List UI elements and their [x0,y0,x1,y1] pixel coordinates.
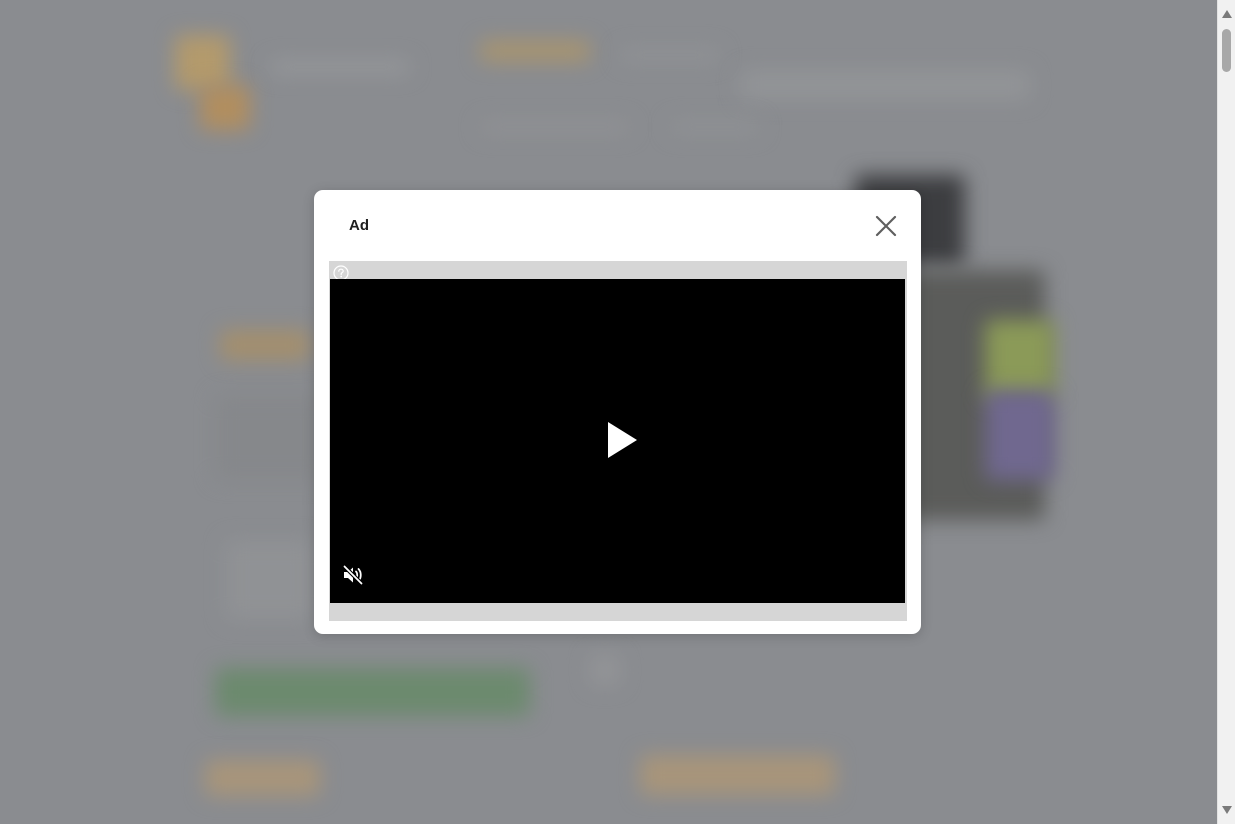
close-button[interactable] [872,212,900,240]
background-image-accent [985,390,1055,480]
scroll-up-arrow-icon[interactable] [1222,10,1232,18]
ad-modal: Ad [314,190,921,634]
scroll-down-arrow-icon[interactable] [1222,806,1232,814]
background-button [640,755,835,795]
background-image-accent [985,320,1055,400]
video-player[interactable] [330,279,905,603]
muted-speaker-icon[interactable] [342,564,364,586]
scrollbar-thumb[interactable] [1222,29,1231,72]
background-nav-item [480,120,630,134]
background-content-box [215,395,325,480]
background-logo-part [200,85,250,130]
vertical-scrollbar[interactable] [1217,0,1235,824]
background-search-bar [740,70,1030,100]
background-text-block [225,540,315,620]
ad-frame [329,261,907,621]
background-logo [175,35,230,90]
background-nav-item [620,48,720,62]
background-nav-item [270,60,410,74]
background-green-button [215,668,530,716]
modal-title: Ad [349,217,369,234]
background-heading [220,330,310,360]
background-nav-item [670,120,760,134]
background-button [205,760,320,796]
close-icon[interactable] [872,212,900,240]
background-dot [590,655,620,685]
background-nav-item [480,40,590,62]
play-icon[interactable] [606,421,638,459]
